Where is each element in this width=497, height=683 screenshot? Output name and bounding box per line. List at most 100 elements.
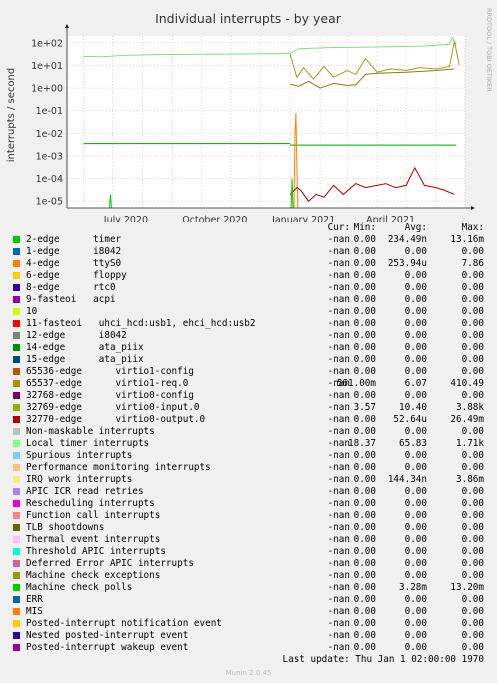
legend-max: 0.00: [461, 306, 484, 317]
legend-swatch: [13, 500, 20, 507]
legend-name: 9-fasteoi acpi: [26, 294, 116, 305]
legend-name: Local timer interrupts: [26, 438, 150, 449]
legend-max: 0.00: [461, 450, 484, 461]
legend-name: 15-edge ata_piix: [26, 354, 144, 365]
y-tick-label: 1e-04: [36, 174, 63, 185]
legend-swatch: [13, 428, 20, 435]
legend-row: Deferred Error APIC interrupts -nan 0.00 0.…: [0, 558, 497, 570]
legend-row: 12-edge i8042 -nan 0.00 0.00 0.00: [0, 330, 497, 342]
legend-row: 32770-edge virtio0-output.0 -nan 0.00 52.64…: [0, 414, 497, 426]
legend-name: 65537-edge virtio1-req.0: [26, 378, 189, 389]
legend-row: 6-edge floppy -nan 0.00 0.00 0.00: [0, 270, 497, 282]
rrdtool-credit: RRDTOOL / TOBI OETIKER: [485, 8, 493, 92]
legend-row: 4-edge ttyS0 -nan 0.00 253.94u 7.86: [0, 258, 497, 270]
legend-row: 9-fasteoi acpi -nan 0.00 0.00 0.00: [0, 294, 497, 306]
legend-name: Posted-interrupt wakeup event: [26, 642, 189, 653]
legend-row: Local timer interrupts -nan 18.37 65.83 1.71…: [0, 438, 497, 450]
legend-max: 0.00: [461, 318, 484, 329]
legend-swatch: [13, 512, 20, 519]
legend-swatch: [13, 608, 20, 615]
legend-swatch: [13, 392, 20, 399]
legend-row: 10 -nan 0.00 0.00 0.00: [0, 306, 497, 318]
legend-row: Nested posted-interrupt event -nan 0.00 0.0…: [0, 630, 497, 642]
legend-row: Non-maskable interrupts -nan 0.00 0.00 0.00: [0, 426, 497, 438]
plot-area: [67, 36, 465, 208]
header-max: Max:: [461, 222, 484, 233]
legend-max: 0.00: [461, 354, 484, 365]
legend-max: 0.00: [461, 342, 484, 353]
legend-max: 0.00: [461, 606, 484, 617]
legend-swatch: [13, 464, 20, 471]
legend-swatch: [13, 308, 20, 315]
interrupts-chart: Individual interrupts - by year RRDTOOL …: [6, 8, 493, 222]
legend-name: Threshold APIC interrupts: [26, 546, 166, 557]
legend-row: 15-edge ata_piix -nan 0.00 0.00 0.00: [0, 354, 497, 366]
legend-name: Function call interrupts: [26, 510, 161, 521]
legend-row: TLB shootdowns -nan 0.00 0.00 0.00: [0, 522, 497, 534]
y-tick-label: 1e-01: [36, 106, 63, 117]
legend-name: 14-edge ata_piix: [26, 342, 144, 353]
legend-name: Performance monitoring interrupts: [26, 462, 211, 473]
legend-row: Rescheduling interrupts -nan 0.00 0.00 0.00: [0, 498, 497, 510]
legend-name: 12-edge i8042: [26, 330, 127, 341]
legend-max: 0.00: [461, 294, 484, 305]
legend-max: 0.00: [461, 462, 484, 473]
y-tick-label: 1e-03: [36, 151, 63, 162]
legend-swatch: [13, 584, 20, 591]
legend-max: 0.00: [461, 546, 484, 557]
legend-swatch: [13, 596, 20, 603]
legend-row: ERR -nan 0.00 0.00 0.00: [0, 594, 497, 606]
legend-max: 0.00: [461, 282, 484, 293]
legend-swatch: [13, 572, 20, 579]
legend-max: 0.00: [461, 558, 484, 569]
legend-swatch: [13, 380, 20, 387]
y-tick-label: 1e+00: [31, 84, 63, 95]
legend-max: 3.88k: [456, 402, 484, 413]
legend-name: Rescheduling interrupts: [26, 498, 155, 509]
last-update: Last update: Thu Jan 1 02:00:00 1970: [282, 654, 485, 665]
legend-name: Thermal event interrupts: [26, 534, 161, 545]
legend-max: 0.00: [461, 390, 484, 401]
legend-swatch: [13, 320, 20, 327]
legend-row: MIS -nan 0.00 0.00 0.00: [0, 606, 497, 618]
legend-swatch: [13, 548, 20, 555]
y-tick-label: 1e-02: [36, 129, 63, 140]
x-tick-label: April 2021: [366, 215, 415, 222]
legend-max: 1.71k: [456, 438, 484, 449]
legend-name: MIS: [26, 606, 43, 617]
legend-max: 26.49m: [450, 414, 484, 425]
legend-max: 7.86: [461, 258, 484, 269]
y-axis-arrow: [65, 24, 69, 28]
legend-max: 0.00: [461, 498, 484, 509]
legend-max: 0.00: [461, 570, 484, 581]
legend-swatch: [13, 524, 20, 531]
legend-row: 11-fasteoi uhci_hcd:usb1, ehci_hcd:usb2-…: [0, 318, 497, 330]
legend-max: 13.20m: [450, 582, 484, 593]
x-tick-label: July 2020: [103, 215, 148, 222]
legend-swatch: [13, 476, 20, 483]
legend-name: 4-edge ttyS0: [26, 258, 122, 269]
legend-max: 0.00: [461, 330, 484, 341]
legend-name: Machine check polls: [26, 582, 133, 593]
legend-swatch: [13, 296, 20, 303]
legend-max: 0.00: [461, 630, 484, 641]
legend-max: 0.00: [461, 486, 484, 497]
legend-swatch: [13, 368, 20, 375]
y-tick-label: 1e+01: [31, 61, 63, 72]
legend-swatch: [13, 248, 20, 255]
legend-max: 410.49: [450, 378, 484, 389]
legend-row: Threshold APIC interrupts -nan 0.00 0.00 0.0…: [0, 546, 497, 558]
y-axis-label: interrupts / second: [6, 68, 17, 162]
legend-row: 32768-edge virtio0-config -nan 0.00 0.00 0.0…: [0, 390, 497, 402]
legend-swatch: [13, 620, 20, 627]
legend-name: Posted-interrupt notification event: [26, 618, 222, 629]
legend-row: Posted-interrupt wakeup event -nan 0.00 0.0…: [0, 642, 497, 654]
legend-name: ERR: [26, 594, 43, 605]
legend-row: Posted-interrupt notification event -nan 0…: [0, 618, 497, 630]
legend-name: Nested posted-interrupt event: [26, 630, 189, 641]
legend-swatch: [13, 284, 20, 291]
legend-swatch: [13, 632, 20, 639]
legend-max: 0.00: [461, 366, 484, 377]
legend-row: Spurious interrupts -nan 0.00 0.00 0.00: [0, 450, 497, 462]
legend-row: Machine check polls -nan 0.00 3.28m 13.20m: [0, 582, 497, 594]
